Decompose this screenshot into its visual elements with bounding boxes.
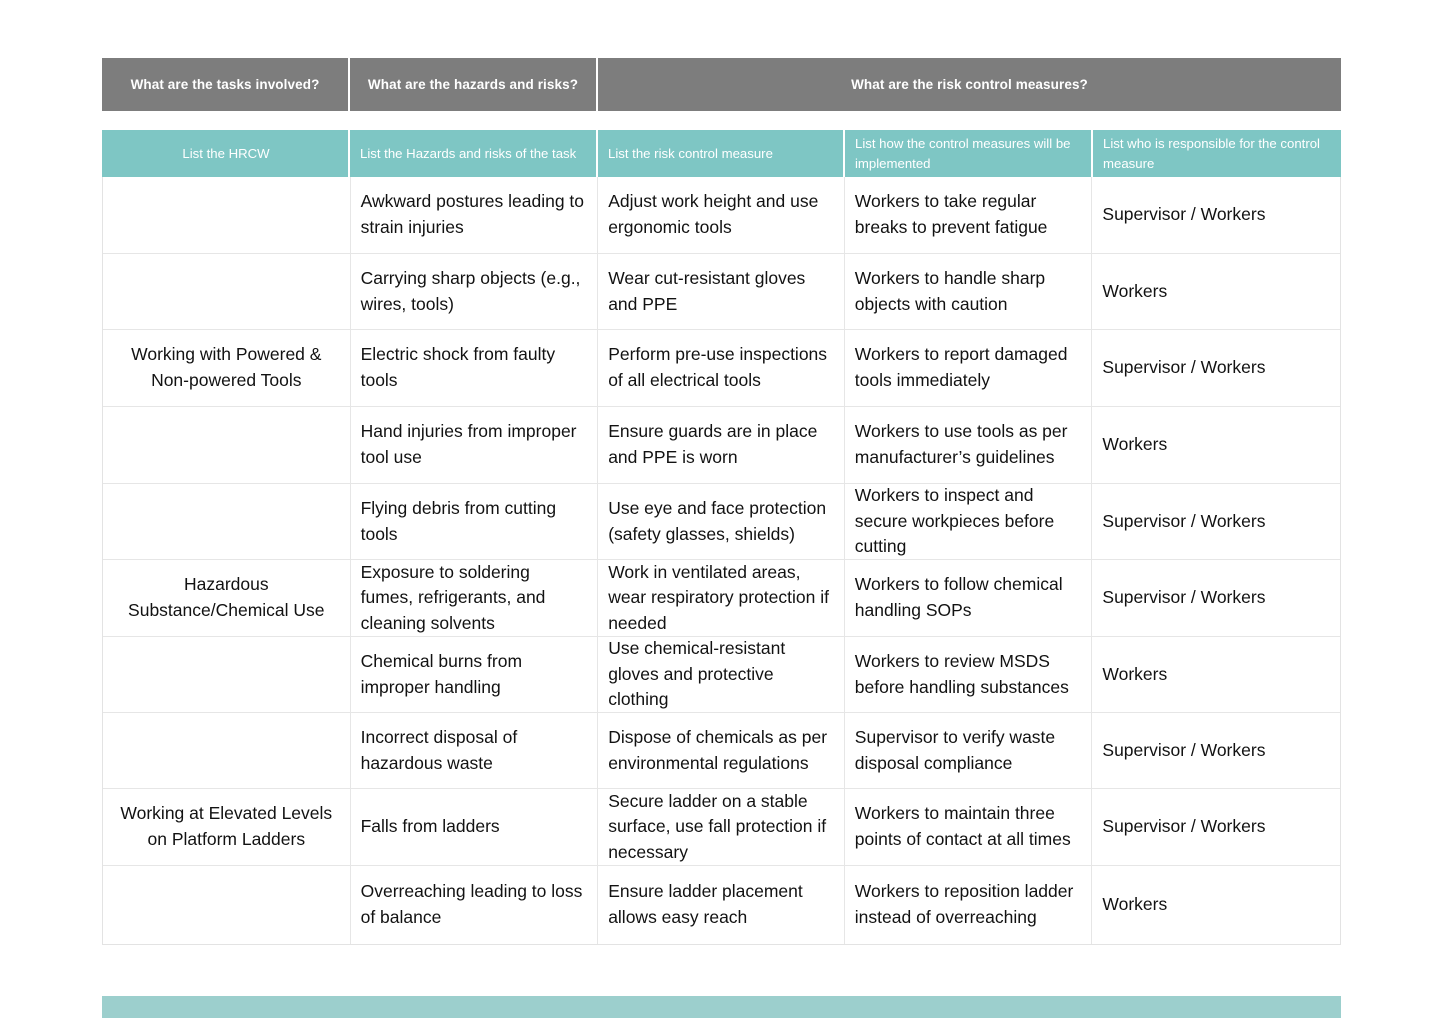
cell-responsible: Supervisor / Workers — [1102, 587, 1266, 608]
cell-responsible: Workers — [1102, 894, 1168, 915]
table-body: Awkward postures leading to strain injur… — [102, 177, 1341, 945]
cell-responsible: Workers — [1102, 280, 1168, 301]
column-header-responsible: List who is responsible for the control … — [1093, 130, 1341, 177]
cell-control: Adjust work height and use ergonomic too… — [598, 177, 845, 253]
group-header-controls: What are the risk control measures? — [598, 58, 1341, 111]
cell-control: Use chemical-resistant gloves and protec… — [598, 637, 845, 712]
cell-task: Hazardous Substance/Chemical Use — [103, 560, 351, 636]
cell-hazard: Exposure to soldering fumes, refrigerant… — [351, 560, 599, 636]
cell-implementation: Workers to handle sharp objects with cau… — [845, 254, 1093, 329]
cell-responsible: Supervisor / Workers — [1102, 510, 1266, 531]
cell-task — [103, 866, 351, 944]
column-header-row: List the HRCW List the Hazards and risks… — [102, 130, 1341, 177]
column-header-implementation: List how the control measures will be im… — [845, 130, 1093, 177]
cell-task — [103, 637, 351, 712]
cell-control: Work in ventilated areas, wear respirato… — [598, 560, 845, 636]
group-header-tasks: What are the tasks involved? — [102, 58, 350, 111]
table-row: Hazardous Substance/Chemical Use Exposur… — [103, 560, 1340, 637]
cell-implementation: Workers to maintain three points of cont… — [845, 789, 1093, 865]
cell-control: Ensure ladder placement allows easy reac… — [598, 866, 845, 944]
cell-control: Use eye and face protection (safety glas… — [598, 484, 845, 559]
cell-responsible: Workers — [1102, 663, 1168, 684]
cell-responsible: Supervisor / Workers — [1102, 739, 1266, 760]
cell-control: Perform pre-use inspections of all elect… — [598, 330, 845, 406]
cell-implementation: Workers to review MSDS before handling s… — [845, 637, 1093, 712]
table-row: Awkward postures leading to strain injur… — [103, 177, 1340, 254]
cell-control: Wear cut-resistant gloves and PPE — [598, 254, 845, 329]
cell-implementation: Workers to use tools as per manufacturer… — [845, 407, 1093, 483]
cell-responsible: Supervisor / Workers — [1102, 357, 1266, 378]
cell-task — [103, 177, 351, 253]
cell-control: Dispose of chemicals as per environmenta… — [598, 713, 845, 788]
cell-task: Working with Powered & Non-powered Tools — [103, 330, 351, 406]
cell-task — [103, 254, 351, 329]
cell-task — [103, 713, 351, 788]
cell-responsible: Workers — [1102, 434, 1168, 455]
cell-hazard: Incorrect disposal of hazardous waste — [351, 713, 599, 788]
cell-task: Working at Elevated Levels on Platform L… — [103, 789, 351, 865]
table-row: Carrying sharp objects (e.g., wires, too… — [103, 254, 1340, 330]
cell-hazard: Carrying sharp objects (e.g., wires, too… — [351, 254, 599, 329]
table-row: Flying debris from cutting tools Use eye… — [103, 484, 1340, 560]
cell-control: Ensure guards are in place and PPE is wo… — [598, 407, 845, 483]
cell-control: Secure ladder on a stable surface, use f… — [598, 789, 845, 865]
cell-implementation: Supervisor to verify waste disposal comp… — [845, 713, 1093, 788]
group-header-hazards: What are the hazards and risks? — [350, 58, 598, 111]
cell-hazard: Chemical burns from improper handling — [351, 637, 599, 712]
cell-implementation: Workers to inspect and secure workpieces… — [845, 484, 1093, 559]
cell-hazard: Awkward postures leading to strain injur… — [351, 177, 599, 253]
table-row: Working with Powered & Non-powered Tools… — [103, 330, 1340, 407]
column-header-hrcw: List the HRCW — [102, 130, 350, 177]
cell-implementation: Workers to report damaged tools immediat… — [845, 330, 1093, 406]
risk-assessment-sheet: What are the tasks involved? What are th… — [102, 0, 1341, 1018]
cell-hazard: Hand injuries from improper tool use — [351, 407, 599, 483]
cell-hazard: Overreaching leading to loss of balance — [351, 866, 599, 944]
cell-hazard: Electric shock from faulty tools — [351, 330, 599, 406]
cell-implementation: Workers to follow chemical handling SOPs — [845, 560, 1093, 636]
cell-task — [103, 484, 351, 559]
column-header-hazards-risks: List the Hazards and risks of the task — [350, 130, 598, 177]
group-header-row: What are the tasks involved? What are th… — [102, 58, 1341, 111]
cell-hazard: Falls from ladders — [351, 789, 599, 865]
cell-implementation: Workers to reposition ladder instead of … — [845, 866, 1093, 944]
table-row: Hand injuries from improper tool use Ens… — [103, 407, 1340, 484]
cell-responsible: Supervisor / Workers — [1102, 816, 1266, 837]
table-row: Chemical burns from improper handling Us… — [103, 637, 1340, 713]
cell-responsible: Supervisor / Workers — [1102, 204, 1266, 225]
table-row: Incorrect disposal of hazardous waste Di… — [103, 713, 1340, 789]
column-header-risk-control-measure: List the risk control measure — [598, 130, 845, 177]
cell-implementation: Workers to take regular breaks to preven… — [845, 177, 1093, 253]
table-row: Working at Elevated Levels on Platform L… — [103, 789, 1340, 866]
cell-hazard: Flying debris from cutting tools — [351, 484, 599, 559]
cell-task — [103, 407, 351, 483]
table-row: Overreaching leading to loss of balance … — [103, 866, 1340, 944]
next-section-header-bar — [102, 996, 1341, 1018]
